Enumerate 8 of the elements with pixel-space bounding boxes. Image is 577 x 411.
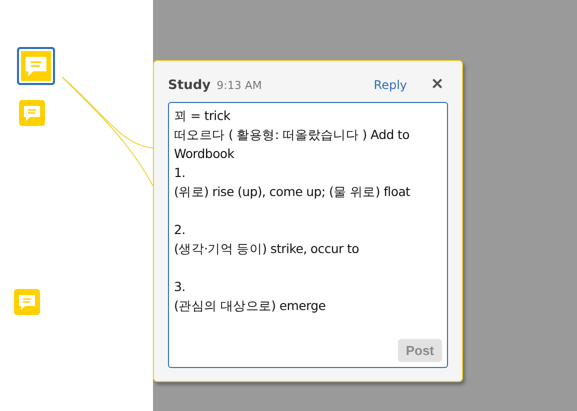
comment-text: 꾀 = trick 떠오르다 ( 활용형: 떠올랐습니다 ) Add to Wordbook 1. (위로) rise (up), come up; (물 위로) float 2. (생각·기억 등이) strike, occur to 3. (관심의 대상으로) emerge — [174, 107, 412, 315]
author-name: Study — [168, 78, 211, 93]
comment-icon — [17, 292, 37, 312]
reply-link[interactable]: Reply — [374, 78, 407, 92]
close-button[interactable]: ✕ — [427, 75, 448, 93]
comment-time: 9:13 AM — [216, 79, 263, 92]
comment-note[interactable] — [17, 47, 55, 85]
comment-icon — [22, 103, 42, 123]
